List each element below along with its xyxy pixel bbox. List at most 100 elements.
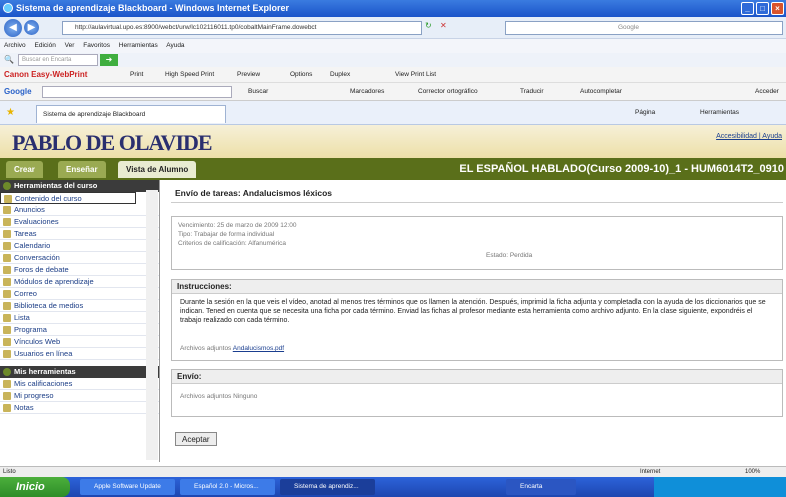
close-button[interactable]: × [771,2,784,15]
sidebar-item-foros[interactable]: Foros de debate [0,264,159,276]
nav-tabs: Crear Enseñar Vista de Alumno EL ESPAÑOL… [0,158,786,180]
assessment-icon [3,218,11,226]
preview-button[interactable]: Preview [237,67,260,83]
menu-herramientas[interactable]: Herramientas [119,42,158,49]
grading-criteria: Criterios de calificación: Alfanumérica [178,240,287,247]
task-apple-update[interactable]: Apple Software Update [80,479,175,495]
sidebar-item-lista[interactable]: Lista [0,312,159,324]
google-search-input[interactable] [42,86,232,98]
system-tray [654,477,786,497]
herramientas-menu[interactable]: Herramientas [700,101,739,125]
autocompletar-button[interactable]: Autocompletar [580,83,622,101]
canon-toolbar: Canon Easy-WebPrint Print High Speed Pri… [0,67,786,83]
sidebar-item-usuarios[interactable]: Usuarios en línea [0,348,159,360]
task-espanol[interactable]: Español 2.0 - Micros... [180,479,275,495]
chat-icon [3,254,11,262]
sidebar: Herramientas del curso Contenido del cur… [0,180,160,462]
sidebar-item-calendario[interactable]: Calendario [0,240,159,252]
stop-icon[interactable]: ✕ [440,21,447,30]
status-text: Listo [3,469,16,475]
marcadores-button[interactable]: Marcadores [350,83,384,101]
address-row: ◀ ▶ http://aulavirtual.upo.es:8900/webct… [0,17,786,39]
acceder-button[interactable]: Acceder [755,83,779,101]
pagina-menu[interactable]: Página [635,101,655,125]
high-speed-print-button[interactable]: High Speed Print [165,67,214,83]
sidebar-item-contenido[interactable]: Contenido del curso [0,192,136,204]
menu-ayuda[interactable]: Ayuda [166,42,184,49]
instructions-header: Instrucciones: [172,280,782,294]
course-tools-header[interactable]: Herramientas del curso [0,180,159,192]
browser-tab[interactable]: Sistema de aprendizaje Blackboard [36,105,226,123]
submission-header: Envío: [172,370,782,384]
forward-button[interactable]: ▶ [24,20,39,35]
address-input[interactable]: http://aulavirtual.upo.es:8900/webct/urw… [62,21,422,35]
print-button[interactable]: Print [130,67,143,83]
grades-icon [3,380,11,388]
sidebar-item-anuncios[interactable]: Anuncios [0,204,159,216]
sidebar-item-biblioteca[interactable]: Biblioteca de medios [0,300,159,312]
duplex-button[interactable]: Duplex [330,67,350,83]
menu-archivo[interactable]: Archivo [4,42,26,49]
announcement-icon [3,206,11,214]
tab-ensenar[interactable]: Enseñar [58,161,106,178]
web-search-input[interactable]: Google [505,21,783,35]
view-print-list-button[interactable]: View Print List [395,67,436,83]
zoom-level[interactable]: 100% [745,467,760,477]
minimize-button[interactable]: _ [741,2,754,15]
sidebar-item-tareas[interactable]: Tareas [0,228,159,240]
start-button[interactable]: Inicio [0,477,70,497]
options-button[interactable]: Options [290,67,312,83]
window-title: Sistema de aprendizaje Blackboard - Wind… [16,3,289,13]
window-titlebar: Sistema de aprendizaje Blackboard - Wind… [0,0,786,17]
sidebar-item-modulos[interactable]: Módulos de aprendizaje [0,276,159,288]
sidebar-scrollbar[interactable] [146,190,158,460]
encarta-search[interactable]: Encarta [506,479,576,495]
sidebar-item-calificaciones[interactable]: Mis calificaciones [0,378,159,390]
my-tools-header[interactable]: Mis herramientas [0,366,159,378]
canon-webprint[interactable]: Canon Easy-WebPrint [4,67,87,83]
attachments-row: Archivos adjuntos Andalucismos.pdf [180,345,285,352]
assignment-icon [3,230,11,238]
sidebar-item-correo[interactable]: Correo [0,288,159,300]
sidebar-item-vinculos[interactable]: Vínculos Web [0,336,159,348]
lms-header: PABLO DE OLAVIDE Accesibilidad | Ayuda [0,125,786,158]
accessibility-links[interactable]: Accesibilidad | Ayuda [716,133,782,140]
corrector-button[interactable]: Corrector ortográfico [418,83,478,101]
attachment-link[interactable]: Andalucismos.pdf [233,345,284,352]
internet-zone: Internet [640,469,661,475]
sidebar-item-progreso[interactable]: Mi progreso [0,390,159,402]
due-date: Vencimiento: 25 de marzo de 2009 12:00 [178,222,297,229]
maximize-button[interactable]: □ [756,2,769,15]
favorites-star-icon[interactable]: ★ [6,101,15,125]
course-title: EL ESPAÑOL HABLADO(Curso 2009-10)_1 - HU… [459,163,784,175]
task-blackboard[interactable]: Sistema de aprendiz... [280,479,375,495]
assignment-type: Tipo: Trabajar de forma individual [178,231,275,238]
syllabus-icon [3,326,11,334]
sidebar-item-evaluaciones[interactable]: Evaluaciones [0,216,159,228]
go-button[interactable]: ➜ [100,54,118,66]
menu-ver[interactable]: Ver [65,42,75,49]
favorites-bar: ★ Sistema de aprendizaje Blackboard Pági… [0,101,786,125]
divider [171,202,783,203]
page-title: Envío de tareas: Andalucismos léxicos [175,188,332,198]
sidebar-item-programa[interactable]: Programa [0,324,159,336]
refresh-icon[interactable]: ↻ [425,21,432,30]
google-logo: Google [4,87,32,96]
sidebar-item-notas[interactable]: Notas [0,402,159,414]
menu-bar: Archivo Edición Ver Favoritos Herramient… [0,39,786,53]
buscar-button[interactable]: Buscar [248,83,268,101]
status-text: Estado: Perdida [486,252,533,259]
encarta-search-input[interactable]: Buscar en Encarta [18,54,98,66]
sidebar-item-conversacion[interactable]: Conversación [0,252,159,264]
submission-box: Envío: Archivos adjuntos Ninguno [171,369,783,417]
forum-icon [3,266,11,274]
roster-icon [3,314,11,322]
menu-edicion[interactable]: Edición [35,42,56,49]
back-button[interactable]: ◀ [4,19,22,37]
traducir-button[interactable]: Traducir [520,83,544,101]
tab-vista-alumno[interactable]: Vista de Alumno [118,161,197,178]
accept-button[interactable]: Aceptar [175,432,217,446]
tab-crear[interactable]: Crear [6,161,43,178]
collapse-icon [3,368,11,376]
menu-favoritos[interactable]: Favoritos [83,42,110,49]
